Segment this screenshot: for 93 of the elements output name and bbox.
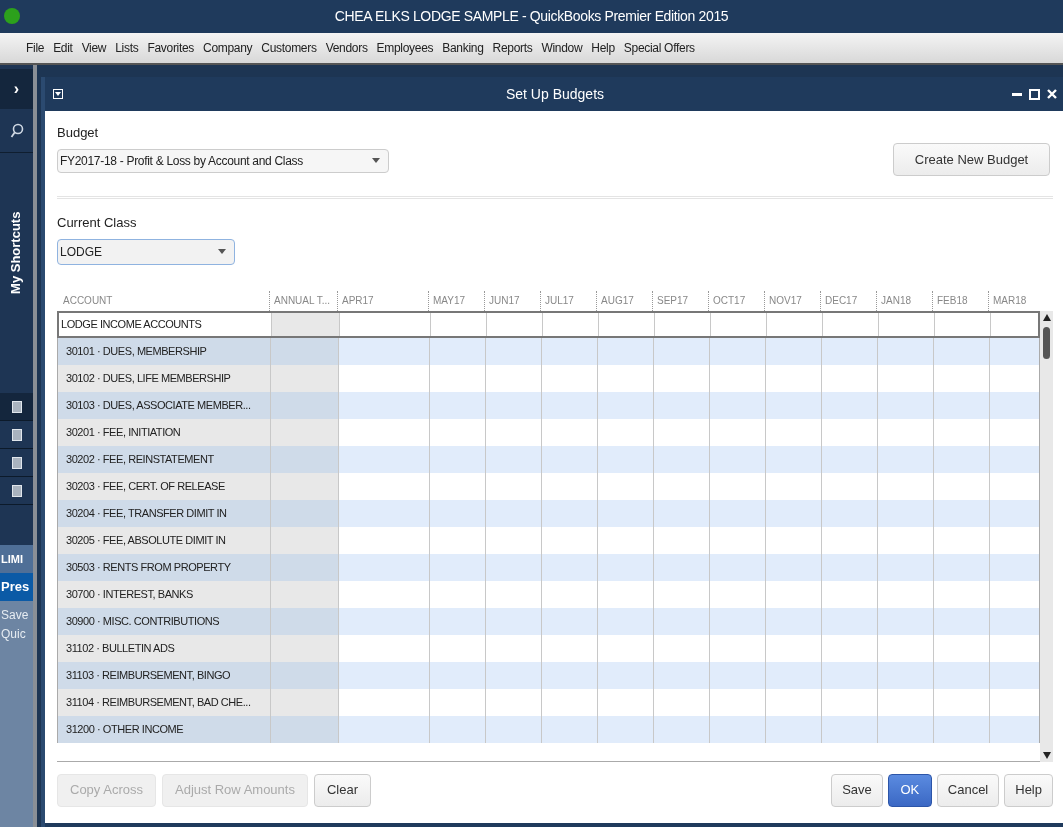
menu-item[interactable]: Customers bbox=[261, 39, 317, 57]
create-new-budget-button[interactable]: Create New Budget bbox=[893, 143, 1050, 176]
dialog-title: Set Up Budgets bbox=[505, 84, 605, 104]
account-cell: 30101 · DUES, MEMBERSHIP bbox=[58, 337, 270, 365]
scroll-thumb[interactable] bbox=[1043, 326, 1050, 359]
window-title: CHEA ELKS LODGE SAMPLE - QuickBooks Premier Edition 2015 bbox=[334, 7, 729, 26]
account-cell: 31102 · BULLETIN ADS bbox=[58, 634, 270, 662]
dialog-button[interactable]: Cancel bbox=[936, 773, 1000, 807]
table-cell[interactable] bbox=[270, 688, 338, 716]
table-cell[interactable] bbox=[270, 715, 338, 743]
shortcut-icon[interactable] bbox=[11, 484, 22, 497]
close-icon[interactable] bbox=[1047, 89, 1057, 99]
menu-item[interactable]: Company bbox=[203, 39, 253, 57]
scrollbar[interactable] bbox=[1040, 310, 1053, 762]
table-cell[interactable] bbox=[270, 580, 338, 608]
shortcut-icon[interactable] bbox=[11, 456, 22, 469]
column-header[interactable]: JUL17 bbox=[545, 293, 574, 308]
shortcut-icon[interactable] bbox=[11, 400, 22, 413]
shortcut-icon[interactable] bbox=[11, 428, 22, 441]
column-header[interactable]: ACCOUNT bbox=[63, 293, 113, 308]
table-cell[interactable] bbox=[270, 418, 338, 446]
column-header[interactable]: MAR18 bbox=[993, 293, 1027, 308]
table-cell[interactable] bbox=[270, 391, 338, 419]
dialog-menu-icon[interactable] bbox=[53, 89, 63, 99]
table-cell[interactable] bbox=[270, 553, 338, 581]
dialog-button[interactable]: Save bbox=[831, 773, 883, 807]
menu-item[interactable]: Special Offers bbox=[623, 39, 695, 57]
column-header[interactable]: MAY17 bbox=[433, 293, 466, 308]
table-cell[interactable] bbox=[270, 634, 338, 662]
dialog-button[interactable]: OK bbox=[887, 773, 932, 807]
account-cell: 30204 · FEE, TRANSFER DIMIT IN bbox=[58, 499, 270, 527]
table-cell[interactable] bbox=[270, 472, 338, 500]
account-cell: 30201 · FEE, INITIATION bbox=[58, 418, 270, 446]
app-logo-icon bbox=[4, 8, 20, 24]
maximize-icon[interactable] bbox=[1029, 88, 1040, 100]
column-header[interactable]: NOV17 bbox=[769, 293, 802, 308]
sidebar-text: Save bbox=[0, 601, 33, 623]
dropdown-arrow-icon bbox=[218, 249, 226, 254]
table-cell[interactable] bbox=[270, 526, 338, 554]
menu-item[interactable]: Vendors bbox=[325, 39, 368, 57]
menu-item[interactable]: View bbox=[81, 39, 107, 57]
table-cell[interactable] bbox=[270, 607, 338, 635]
menu-item[interactable]: Lists bbox=[115, 39, 139, 57]
expand-button[interactable]: › bbox=[0, 69, 33, 109]
account-cell: 31104 · REIMBURSEMENT, BAD CHE... bbox=[58, 688, 270, 716]
account-cell: 30103 · DUES, ASSOCIATE MEMBER... bbox=[58, 391, 270, 419]
scroll-down-icon[interactable] bbox=[1042, 751, 1051, 759]
column-header[interactable]: ANNUAL T... bbox=[274, 293, 331, 308]
menu-item[interactable]: Reports bbox=[492, 39, 533, 57]
sidebar-text: LIMI bbox=[0, 545, 33, 573]
dropdown-arrow-icon bbox=[372, 158, 380, 163]
account-cell: 30102 · DUES, LIFE MEMBERSHIP bbox=[58, 364, 270, 392]
action-button[interactable]: Clear bbox=[313, 773, 371, 807]
budget-label: Budget bbox=[57, 124, 100, 142]
account-cell: 30203 · FEE, CERT. OF RELEASE bbox=[58, 472, 270, 500]
menu-item[interactable]: Favorites bbox=[147, 39, 195, 57]
table-cell[interactable] bbox=[270, 661, 338, 689]
column-header[interactable]: JUN17 bbox=[489, 293, 520, 308]
account-cell: 30900 · MISC. CONTRIBUTIONS bbox=[58, 607, 270, 635]
column-header[interactable]: SEP17 bbox=[657, 293, 689, 308]
table-cell[interactable] bbox=[271, 312, 339, 336]
table-cell[interactable] bbox=[270, 337, 338, 365]
menu-item[interactable]: Window bbox=[541, 39, 583, 57]
search-icon[interactable] bbox=[9, 122, 24, 139]
account-cell: 30503 · RENTS FROM PROPERTY bbox=[58, 553, 270, 581]
account-cell: 30700 · INTEREST, BANKS bbox=[58, 580, 270, 608]
column-header[interactable]: FEB18 bbox=[937, 293, 968, 308]
menu-item[interactable]: Banking bbox=[442, 39, 484, 57]
dialog-button[interactable]: Help bbox=[1004, 773, 1053, 807]
menu-item[interactable]: Edit bbox=[53, 39, 73, 57]
column-header[interactable]: APR17 bbox=[342, 293, 374, 308]
account-cell: 31103 · REIMBURSEMENT, BINGO bbox=[58, 661, 270, 689]
menu-item[interactable]: File bbox=[26, 39, 45, 57]
column-header[interactable]: OCT17 bbox=[713, 293, 746, 308]
sidebar-text: Pres bbox=[0, 573, 33, 601]
column-header[interactable]: JAN18 bbox=[881, 293, 911, 308]
menu-item[interactable]: Help bbox=[591, 39, 615, 57]
account-cell: 31200 · OTHER INCOME bbox=[58, 715, 270, 743]
table-cell[interactable] bbox=[270, 364, 338, 392]
menu-item[interactable]: Employees bbox=[376, 39, 434, 57]
account-cell: 30205 · FEE, ABSOLUTE DIMIT IN bbox=[58, 526, 270, 554]
scroll-up-icon[interactable] bbox=[1042, 313, 1051, 321]
sidebar-title: My Shortcuts bbox=[7, 211, 25, 295]
account-cell-text: LODGE INCOME ACCOUNTS bbox=[60, 316, 203, 332]
budget-dropdown[interactable]: FY2017-18 - Profit & Loss by Account and Class bbox=[57, 148, 389, 173]
column-header[interactable]: DEC17 bbox=[825, 293, 858, 308]
table-cell[interactable] bbox=[270, 499, 338, 527]
column-header[interactable]: AUG17 bbox=[601, 293, 634, 308]
account-cell: 30202 · FEE, REINSTATEMENT bbox=[58, 445, 270, 473]
class-dropdown[interactable]: LODGE bbox=[57, 238, 235, 265]
table-cell[interactable] bbox=[270, 445, 338, 473]
current-class-label: Current Class bbox=[57, 214, 138, 232]
sidebar-text: Quic bbox=[0, 623, 33, 645]
